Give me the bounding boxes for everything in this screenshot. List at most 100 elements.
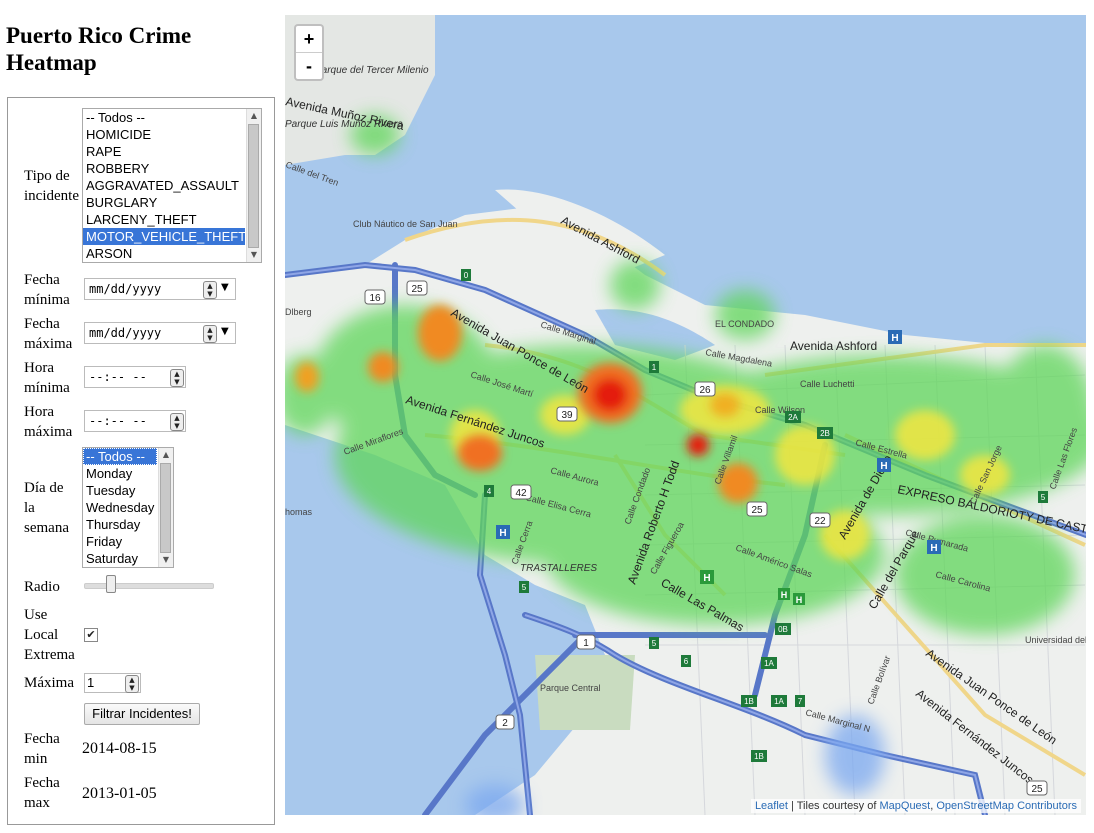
incident-type-select[interactable]: -- Todos -- HOMICIDE RAPE ROBBERY AGGRAVATED…	[82, 108, 262, 263]
tipo-label: Tipo de incidente	[24, 168, 79, 204]
map-label: Parque del Tercer Milenio	[315, 65, 429, 76]
select-option[interactable]: Thursday	[83, 516, 157, 533]
select-option[interactable]: -- Todos --	[83, 109, 245, 126]
zoom-out-button[interactable]: -	[296, 52, 322, 79]
svg-text:2B: 2B	[820, 429, 830, 438]
select-option[interactable]: Saturday	[83, 550, 157, 567]
svg-text:7: 7	[798, 697, 803, 706]
mapquest-link[interactable]: MapQuest	[879, 800, 930, 812]
exit-sign-1A: 1A	[761, 657, 777, 669]
select-option[interactable]: ARSON	[83, 245, 245, 262]
select-option[interactable]: Tuesday	[83, 482, 157, 499]
heat-cluster	[368, 352, 398, 382]
exit-sign-4: 4	[484, 485, 494, 497]
select-option[interactable]: MOTOR_VEHICLE_THEFT	[83, 228, 246, 245]
map-label: Universidad del Sagrado Corazón	[1025, 635, 1086, 645]
local-extrema-checkbox[interactable]: ✔	[84, 628, 98, 642]
svg-text:2A: 2A	[788, 413, 798, 422]
maxima-spinner[interactable]: ▲ ▼	[125, 675, 139, 693]
fecha-min-label: Fecha mínima	[24, 272, 70, 308]
select-option[interactable]: BURGLARY	[83, 194, 245, 211]
exit-sign-2A: 2A	[785, 411, 801, 423]
select-option[interactable]: HOMICIDE	[83, 126, 245, 143]
scroll-thumb[interactable]	[160, 463, 171, 553]
map-label: Parque Central	[540, 683, 601, 693]
map-label: Calle Luchetti	[800, 379, 855, 389]
route-shield-42: 42	[510, 484, 532, 500]
leaflet-link[interactable]: Leaflet	[755, 800, 788, 812]
heat-cluster	[687, 434, 709, 456]
heat-cluster	[295, 362, 319, 392]
scroll-down-icon[interactable]: ▼	[159, 553, 173, 567]
route-shield-2: 2	[495, 714, 515, 730]
svg-text:H: H	[781, 590, 788, 600]
svg-text:42: 42	[515, 488, 527, 499]
svg-text:26: 26	[699, 385, 711, 396]
svg-text:1A: 1A	[764, 659, 774, 668]
select-option[interactable]: LARCENY_THEFT	[83, 211, 245, 228]
route-shield-39: 39	[556, 406, 578, 422]
hospital-icon: H	[496, 525, 510, 539]
hora-max-spinner[interactable]: ▲ ▼	[170, 413, 184, 431]
svg-text:H: H	[930, 543, 937, 554]
select-option[interactable]: Wednesday	[83, 499, 157, 516]
route-shield-25: 25	[406, 280, 428, 296]
scroll-up-icon[interactable]: ▲	[247, 109, 261, 123]
svg-text:1: 1	[652, 363, 657, 372]
select-option[interactable]: -- Todos --	[83, 448, 157, 465]
exit-sign-1B: 1B	[741, 695, 757, 707]
svg-text:1A: 1A	[774, 697, 784, 706]
svg-text:6: 6	[684, 657, 689, 666]
exit-sign-1: 1	[649, 361, 659, 373]
svg-text:39: 39	[561, 410, 573, 421]
map-attribution: Leaflet | Tiles courtesy of MapQuest, Op…	[750, 799, 1081, 813]
fecha-max-label: Fecha máxima	[24, 316, 73, 352]
svg-text:H: H	[796, 595, 803, 605]
map-tiles[interactable]: Parque del Tercer Milenio Avenida Muñoz …	[285, 15, 1086, 815]
fecha-min-spinner[interactable]: ▲ ▼	[203, 281, 217, 299]
fecha-max-spinner[interactable]: ▲ ▼	[203, 325, 217, 343]
scroll-thumb[interactable]	[248, 124, 259, 248]
svg-text:25: 25	[751, 505, 763, 516]
fecha-max-info-value: 2013-01-05	[82, 785, 157, 802]
select-option[interactable]: RAPE	[83, 143, 245, 160]
hospital-icon: H	[700, 570, 714, 584]
fecha-max-dropdown-icon[interactable]: ▼	[221, 326, 229, 337]
incident-type-scrollbar[interactable]: ▲ ▼	[246, 109, 261, 262]
scroll-up-icon[interactable]: ▲	[159, 448, 173, 462]
svg-text:1B: 1B	[744, 697, 754, 706]
day-of-week-select[interactable]: -- Todos -- Monday Tuesday Wednesday Thursda…	[82, 447, 174, 568]
svg-text:H: H	[891, 333, 898, 344]
select-option[interactable]: Monday	[83, 465, 157, 482]
exit-sign-1B-b: 1B	[751, 750, 767, 762]
exit-sign-5: 5	[519, 581, 529, 593]
fecha-max-info-label: Fecha max	[24, 775, 60, 811]
route-shield-1: 1	[576, 634, 596, 650]
select-option[interactable]: Friday	[83, 533, 157, 550]
exit-sign-1A-b: 1A	[771, 695, 787, 707]
map-label: Avenida Ashford	[790, 339, 877, 353]
svg-text:0B: 0B	[778, 625, 788, 634]
day-scrollbar[interactable]: ▲ ▼	[158, 448, 173, 567]
zoom-in-button[interactable]: +	[296, 26, 322, 52]
radius-slider-thumb[interactable]	[105, 575, 116, 593]
svg-text:25: 25	[1031, 784, 1043, 795]
filter-form: Tipo de incidente -- Todos -- HOMICIDE RAP…	[7, 97, 275, 825]
filter-incidents-button[interactable]: Filtrar Incidentes!	[84, 703, 200, 725]
heat-cluster	[715, 290, 775, 340]
svg-text:5: 5	[1041, 493, 1046, 502]
select-option[interactable]: AGGRAVATED_ASSAULT	[83, 177, 245, 194]
osm-link[interactable]: OpenStreetMap Contributors	[936, 800, 1077, 812]
crime-heatmap[interactable]: Parque del Tercer Milenio Avenida Muñoz …	[285, 15, 1086, 815]
radius-slider-track[interactable]	[84, 583, 214, 589]
svg-text:22: 22	[814, 516, 826, 527]
fecha-min-dropdown-icon[interactable]: ▼	[221, 282, 229, 293]
heat-cluster	[610, 260, 660, 310]
exit-sign-6: 6	[681, 655, 691, 667]
dia-label: Día de la semana	[24, 480, 69, 536]
hospital-icon: H	[793, 593, 805, 605]
select-option[interactable]: ROBBERY	[83, 160, 245, 177]
route-shield-16: 16	[364, 289, 386, 305]
hora-min-spinner[interactable]: ▲ ▼	[170, 369, 184, 387]
scroll-down-icon[interactable]: ▼	[247, 248, 261, 262]
